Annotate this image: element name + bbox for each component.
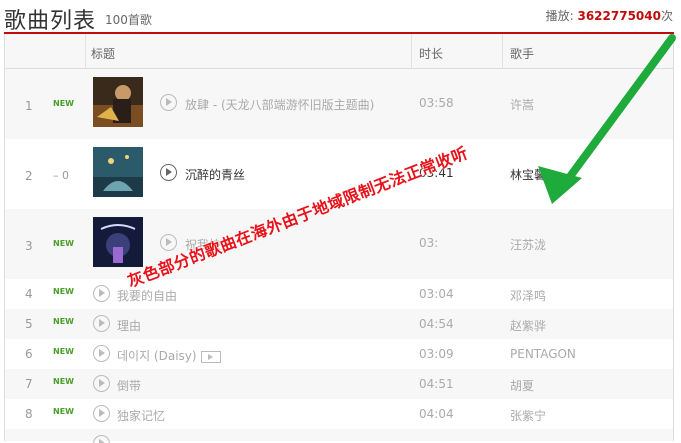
play-count-label: 播放:	[545, 9, 574, 23]
page-title: 歌曲列表	[4, 9, 97, 34]
song-title[interactable]: 理由	[117, 317, 141, 334]
table-row[interactable]: 3 NEW 祝我快乐 03: 汪苏泷	[5, 209, 673, 279]
play-icon[interactable]	[93, 345, 110, 362]
new-badge: NEW	[53, 317, 74, 326]
table-row[interactable]: 4 NEW 我要的自由 03:04 邓泽鸣	[5, 279, 673, 309]
table-row[interactable]: 1 NEW 放肆 - (天龙八部端游怀旧版主题曲) 03:58 许嵩	[5, 69, 673, 139]
album-cover[interactable]	[93, 217, 143, 267]
new-badge: NEW	[53, 287, 74, 296]
play-icon[interactable]	[160, 164, 177, 181]
play-count: 播放: 3622775040次	[546, 7, 673, 24]
table-row[interactable]: 8 NEW 独家记忆 04:04 张紫宁	[5, 399, 673, 429]
row-index: 5	[25, 317, 33, 331]
rank-change-badge: – 0	[53, 169, 69, 182]
song-table: 标题 时长 歌手 1 NEW 放肆 - (天龙八部端游怀旧版主题曲) 03:58…	[4, 34, 674, 443]
play-icon[interactable]	[93, 315, 110, 332]
table-row[interactable]: 7 NEW 倒带 04:51 胡夏	[5, 369, 673, 399]
song-title-group[interactable]: 데이지 (Daisy)	[117, 347, 221, 364]
play-icon[interactable]	[160, 94, 177, 111]
album-cover[interactable]	[93, 147, 143, 197]
play-icon[interactable]	[93, 435, 110, 443]
table-header: 标题 时长 歌手	[5, 34, 673, 69]
new-badge: NEW	[53, 239, 74, 248]
song-title[interactable]: 独家记忆	[117, 407, 165, 424]
row-index: 2	[25, 169, 33, 183]
play-icon[interactable]	[93, 285, 110, 302]
row-index: 1	[25, 99, 33, 113]
row-index: 3	[25, 239, 33, 253]
song-duration: 03:04	[419, 287, 454, 301]
song-title[interactable]: 데이지 (Daisy)	[117, 349, 197, 363]
table-row[interactable]	[5, 429, 673, 443]
new-badge: NEW	[53, 407, 74, 416]
column-duration: 时长	[419, 47, 444, 61]
table-row[interactable]: 6 NEW 데이지 (Daisy) 03:09 PENTAGON	[5, 339, 673, 369]
song-artist[interactable]: PENTAGON	[510, 347, 576, 361]
song-count: 100首歌	[105, 13, 152, 27]
song-artist[interactable]: 邓泽鸣	[510, 287, 546, 304]
song-title[interactable]: 倒带	[117, 377, 141, 394]
column-title: 标题	[91, 47, 116, 61]
song-duration: 04:54	[419, 317, 454, 331]
song-title[interactable]: 放肆 - (天龙八部端游怀旧版主题曲)	[185, 96, 374, 113]
play-count-value: 3622775040	[577, 9, 661, 23]
row-index: 4	[25, 287, 33, 301]
song-artist[interactable]: 赵紫骅	[510, 317, 546, 334]
row-index: 6	[25, 347, 33, 361]
new-badge: NEW	[53, 377, 74, 386]
mv-icon[interactable]	[200, 350, 221, 363]
header: 歌曲列表 100首歌 播放: 3622775040次	[0, 0, 681, 34]
album-cover[interactable]	[93, 77, 143, 127]
column-separator	[411, 34, 412, 69]
song-duration: 03:09	[419, 347, 454, 361]
song-artist[interactable]: 张紫宁	[510, 407, 546, 424]
column-separator	[85, 34, 86, 69]
row-index: 8	[25, 407, 33, 421]
song-artist[interactable]: 许嵩	[510, 96, 534, 113]
play-icon[interactable]	[93, 405, 110, 422]
song-artist[interactable]: 林宝馨	[510, 166, 546, 183]
song-duration: 03:58	[419, 96, 454, 110]
song-artist[interactable]: 胡夏	[510, 377, 534, 394]
song-duration: 04:51	[419, 377, 454, 391]
play-icon[interactable]	[160, 234, 177, 251]
play-count-unit: 次	[660, 9, 673, 23]
song-title[interactable]: 沉醉的青丝	[185, 166, 245, 183]
song-duration: 04:04	[419, 407, 454, 421]
table-row[interactable]: 5 NEW 理由 04:54 赵紫骅	[5, 309, 673, 339]
column-separator	[502, 34, 503, 69]
song-artist[interactable]: 汪苏泷	[510, 236, 546, 253]
new-badge: NEW	[53, 347, 74, 356]
column-artist: 歌手	[510, 47, 535, 61]
play-icon[interactable]	[93, 375, 110, 392]
new-badge: NEW	[53, 99, 74, 108]
song-duration: 03:	[419, 236, 439, 250]
song-title[interactable]: 我要的自由	[117, 287, 177, 304]
row-index: 7	[25, 377, 33, 391]
